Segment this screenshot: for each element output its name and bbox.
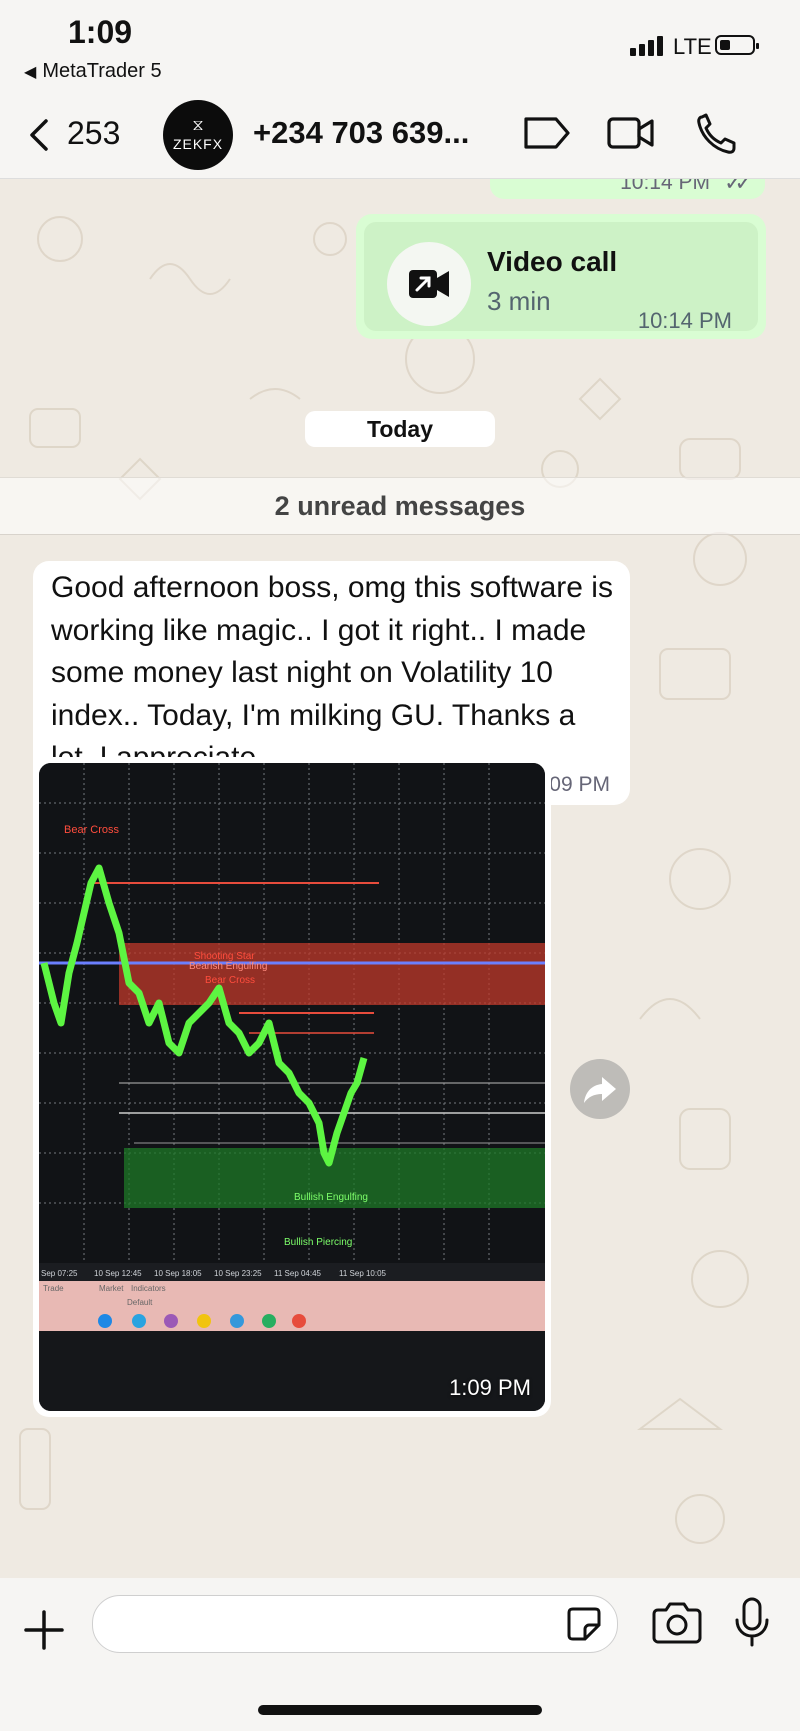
time-axis-label: 10 Sep 18:05: [154, 1269, 202, 1278]
contact-name[interactable]: +234 703 639...: [253, 115, 469, 151]
chat-header: 253 ⧖ ZEKFX +234 703 639...: [0, 95, 800, 179]
read-ticks-icon: ✓✓: [724, 179, 753, 195]
previous-message-bubble[interactable]: 10:14 PM ✓✓: [490, 179, 765, 199]
message-text: Good afternoon boss, omg this software i…: [51, 571, 613, 774]
time-axis-label: 11 Sep 10:05: [339, 1269, 387, 1278]
date-divider: Today: [305, 411, 495, 447]
label-icon[interactable]: [522, 111, 572, 155]
status-time: 1:09: [68, 14, 133, 50]
message-input[interactable]: [113, 1604, 537, 1644]
incoming-image-message[interactable]: Bear Cross Shooting Star Bearish Engulfi…: [33, 757, 551, 1417]
time-axis-label: Sep 07:25: [41, 1269, 78, 1278]
terminal-tab: Indicators: [131, 1284, 166, 1293]
plus-icon[interactable]: [22, 1608, 66, 1652]
chart-label-bear-cross-2: Bear Cross: [205, 975, 255, 986]
forward-button[interactable]: [570, 1059, 630, 1119]
video-call-card: Video call 3 min 10:14 PM: [364, 222, 758, 333]
forward-icon: [584, 1077, 616, 1103]
back-to-app-link[interactable]: ◀ MetaTrader 5: [24, 60, 162, 83]
video-call-duration: 3 min: [487, 286, 551, 316]
message-composer: [0, 1578, 800, 1731]
battery-icon: [715, 35, 759, 55]
home-indicator: [258, 1705, 542, 1715]
message-input-box[interactable]: [92, 1595, 618, 1653]
unread-divider: 2 unread messages: [0, 477, 800, 535]
video-call-icon-circle: [387, 242, 471, 326]
camera-icon[interactable]: [650, 1600, 704, 1646]
time-axis-label: 10 Sep 23:25: [214, 1269, 262, 1278]
trading-chart-photo: Bear Cross Shooting Star Bearish Engulfi…: [39, 763, 545, 1411]
avatar[interactable]: ⧖ ZEKFX: [163, 100, 233, 170]
network-label: LTE: [673, 34, 712, 59]
phone-icon[interactable]: [694, 111, 744, 155]
chart-photo[interactable]: Bear Cross Shooting Star Bearish Engulfi…: [39, 763, 545, 1411]
unread-chats-count[interactable]: 253: [67, 115, 120, 152]
message-time: 1:09 PM: [449, 1375, 531, 1400]
video-call-title: Video call: [487, 246, 618, 277]
microphone-icon[interactable]: [732, 1596, 772, 1648]
message-time: 10:14 PM: [620, 179, 710, 194]
chart-label-bearish-engulfing: Bearish Engulfing: [189, 961, 267, 972]
time-axis-label: 10 Sep 12:45: [94, 1269, 142, 1278]
terminal-tab: Market: [99, 1284, 124, 1293]
time-axis-label: 11 Sep 04:45: [274, 1269, 322, 1278]
message-time: 10:14 PM: [637, 308, 732, 333]
hourglass-icon: ⧖: [192, 117, 204, 134]
chart-label-bear-cross: Bear Cross: [64, 824, 120, 836]
chevron-left-icon[interactable]: [22, 115, 62, 155]
signal-icon: [630, 36, 663, 56]
back-triangle-icon: ◀: [24, 64, 37, 81]
chart-label-bullish-engulfing: Bullish Engulfing: [294, 1192, 368, 1203]
avatar-label: ZEKFX: [172, 136, 224, 152]
video-call-bubble[interactable]: Video call 3 min 10:14 PM: [356, 214, 766, 339]
chat-area[interactable]: 10:14 PM ✓✓ Video call 3 min 10:14 PM To…: [0, 179, 800, 1578]
status-bar: 1:09 ◀ MetaTrader 5 LTE: [0, 0, 800, 95]
terminal-tab: Default: [127, 1298, 153, 1307]
chart-label-bullish-piercing: Bullish Piercing: [284, 1237, 352, 1248]
video-camera-icon[interactable]: [606, 111, 656, 155]
outgoing-video-icon: [409, 270, 449, 298]
terminal-tab: Trade: [43, 1284, 64, 1293]
back-app-label: MetaTrader 5: [42, 60, 162, 82]
sticker-icon[interactable]: [565, 1605, 603, 1643]
